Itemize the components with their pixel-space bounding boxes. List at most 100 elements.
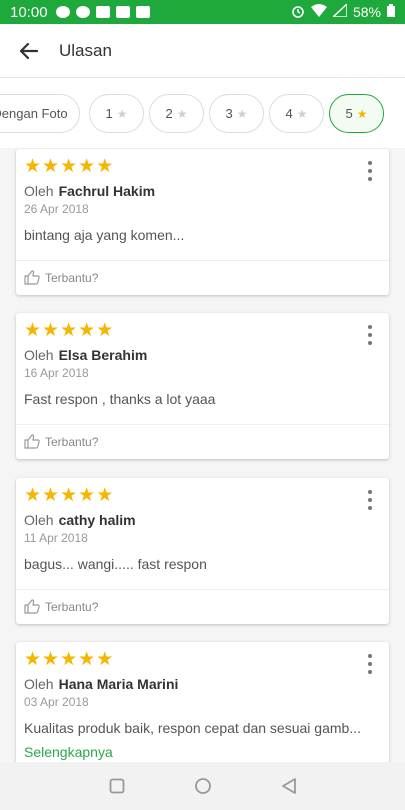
helpful-button[interactable]: Terbantu?	[24, 270, 98, 285]
divider	[16, 424, 389, 425]
mail-icon	[135, 6, 150, 18]
triangle-back-icon	[281, 778, 296, 794]
wifi-icon	[310, 4, 327, 20]
author-name: Elsa Berahim	[58, 347, 148, 363]
system-icons: 58%	[291, 2, 395, 21]
filter-label: 3	[225, 106, 233, 121]
star-icon: ★	[116, 106, 128, 121]
square-icon	[109, 778, 124, 794]
home-button[interactable]	[188, 771, 218, 801]
filter-with-photo[interactable]: Dengan Foto	[0, 94, 80, 133]
star-icon: ★	[296, 106, 308, 121]
star-icon: ★	[78, 649, 96, 670]
by-label: Oleh	[24, 347, 54, 363]
review-author: Oleh Hana Maria Marini	[24, 676, 178, 692]
battery-level: 58%	[352, 4, 381, 20]
star-rating: ★ ★ ★ ★ ★	[24, 650, 113, 669]
star-icon: ★	[42, 156, 60, 177]
filter-label: 5	[345, 106, 353, 121]
filter-5-star[interactable]: 5 ★	[329, 94, 384, 133]
review-date: 16 Apr 2018	[24, 366, 89, 380]
star-icon: ★	[24, 320, 42, 341]
circle-icon	[194, 778, 211, 794]
more-options-icon[interactable]	[365, 325, 375, 345]
filter-4-star[interactable]: 4 ★	[269, 94, 324, 133]
star-icon: ★	[42, 320, 60, 341]
thumbs-up-icon	[24, 599, 40, 614]
review-date: 26 Apr 2018	[24, 202, 89, 216]
star-rating: ★ ★ ★ ★ ★	[24, 486, 113, 505]
page-title: Ulasan	[59, 40, 112, 60]
star-icon: ★	[96, 485, 114, 506]
read-more-link[interactable]: Selengkapnya	[24, 744, 113, 760]
star-icon: ★	[78, 485, 96, 506]
system-nav-bar	[0, 762, 405, 810]
star-rating: ★ ★ ★ ★ ★	[24, 157, 113, 176]
by-label: Oleh	[24, 512, 54, 528]
filter-label: Dengan Foto	[0, 106, 68, 121]
by-label: Oleh	[24, 676, 54, 692]
review-text: bintang aja yang komen...	[24, 227, 185, 243]
review-author: Oleh Fachrul Hakim	[24, 183, 155, 199]
more-options-icon[interactable]	[365, 490, 375, 510]
mail-icon	[115, 6, 130, 18]
review-date: 11 Apr 2018	[24, 531, 88, 545]
signal-icon	[331, 2, 348, 20]
broom-icon	[95, 6, 110, 18]
filter-3-star[interactable]: 3 ★	[209, 94, 264, 133]
star-icon: ★	[24, 156, 42, 177]
review-author: Oleh cathy halim	[24, 512, 136, 528]
author-name: Hana Maria Marini	[58, 676, 179, 692]
status-time: 10:00	[10, 3, 48, 21]
more-options-icon[interactable]	[365, 654, 375, 674]
alarm-icon	[291, 4, 305, 21]
review-card: ★ ★ ★ ★ ★ Oleh cathy halim 11 Apr 2018 bagus.…	[16, 478, 389, 624]
review-card: ★ ★ ★ ★ ★ Oleh Elsa Berahim 16 Apr 2018 Fast …	[16, 313, 389, 459]
star-icon: ★	[356, 106, 368, 121]
helpful-label: Terbantu?	[45, 434, 99, 449]
star-icon: ★	[42, 649, 60, 670]
star-icon: ★	[96, 320, 114, 341]
star-icon: ★	[60, 320, 78, 341]
helpful-button[interactable]: Terbantu?	[24, 434, 98, 449]
app-bar: Ulasan	[0, 24, 405, 78]
review-list[interactable]: ★ ★ ★ ★ ★ Oleh Fachrul Hakim 26 Apr 2018 bint…	[0, 148, 405, 762]
author-name: Fachrul Hakim	[58, 183, 156, 199]
star-icon: ★	[60, 649, 78, 670]
review-card: ★ ★ ★ ★ ★ Oleh Hana Maria Marini 03 Apr 2018 …	[16, 642, 389, 762]
message-icon	[55, 6, 70, 18]
by-label: Oleh	[24, 183, 54, 199]
more-options-icon[interactable]	[365, 161, 375, 181]
review-card: ★ ★ ★ ★ ★ Oleh Fachrul Hakim 26 Apr 2018 bint…	[16, 149, 389, 295]
star-icon: ★	[96, 156, 114, 177]
back-nav-button[interactable]	[274, 771, 304, 801]
star-icon: ★	[60, 156, 78, 177]
thumbs-up-icon	[24, 270, 40, 285]
rating-filter-bar: Dengan Foto 1 ★ 2 ★ 3 ★ 4 ★ 5 ★	[0, 78, 405, 148]
status-bar: 10:00 58%	[0, 0, 405, 24]
review-text: bagus... wangi..... fast respon	[24, 556, 207, 572]
filter-label: 1	[105, 106, 113, 121]
chat-icon	[75, 6, 90, 18]
divider	[16, 260, 389, 261]
arrow-left-icon	[19, 42, 38, 59]
star-icon: ★	[176, 106, 188, 121]
recents-button[interactable]	[102, 771, 132, 801]
star-icon: ★	[24, 485, 42, 506]
star-rating: ★ ★ ★ ★ ★	[24, 321, 113, 340]
review-text: Kualitas produk baik, respon cepat dan s…	[24, 720, 361, 736]
filter-label: 2	[165, 106, 173, 121]
notification-icons	[55, 6, 150, 18]
star-icon: ★	[236, 106, 248, 121]
battery-icon	[387, 4, 395, 20]
divider	[16, 589, 389, 590]
star-icon: ★	[78, 156, 96, 177]
back-button[interactable]	[0, 24, 56, 78]
star-icon: ★	[42, 485, 60, 506]
helpful-label: Terbantu?	[45, 270, 99, 285]
filter-1-star[interactable]: 1 ★	[89, 94, 144, 133]
star-icon: ★	[24, 649, 42, 670]
filter-2-star[interactable]: 2 ★	[149, 94, 204, 133]
review-text: Fast respon , thanks a lot yaaa	[24, 391, 216, 407]
helpful-button[interactable]: Terbantu?	[24, 599, 98, 614]
